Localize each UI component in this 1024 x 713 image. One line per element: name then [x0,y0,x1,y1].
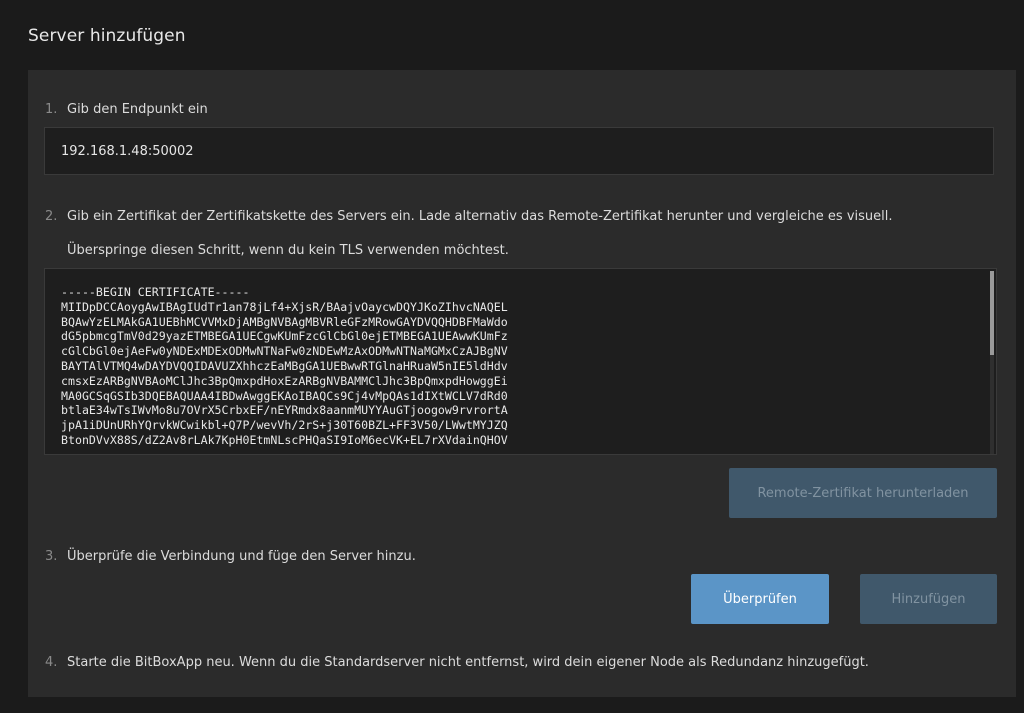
step-number: 1. [45,102,58,117]
check-connection-button[interactable]: Überprüfen [691,574,829,624]
step-label: Starte die BitBoxApp neu. Wenn du die St… [67,655,869,670]
add-server-button[interactable]: Hinzufügen [860,574,997,624]
step-number: 2. [45,209,58,224]
dialog-title: Server hinzufügen [28,26,186,46]
certificate-scrollbar[interactable] [990,271,994,454]
certificate-textarea[interactable]: -----BEGIN CERTIFICATE----- MIIDpDCCAoyg… [44,268,997,455]
step-label: Überprüfe die Verbindung und füge den Se… [67,549,416,564]
add-server-panel: 1. Gib den Endpunkt ein 192.168.1.48:5000… [28,70,1016,697]
tls-note: Überspringe diesen Schritt, wenn du kein… [67,243,509,258]
endpoint-input[interactable]: 192.168.1.48:50002 [44,127,994,175]
step-3: 3. Überprüfe die Verbindung und füge den … [45,549,416,564]
step-1: 1. Gib den Endpunkt ein [45,102,208,117]
step-number: 4. [45,655,58,670]
certificate-text: -----BEGIN CERTIFICATE----- MIIDpDCCAoyg… [61,285,508,447]
step-label: Gib ein Zertifikat der Zertifikatskette … [67,209,893,224]
step-4: 4. Starte die BitBoxApp neu. Wenn du die … [45,655,869,670]
step-label: Gib den Endpunkt ein [67,102,208,117]
step-number: 3. [45,549,58,564]
download-certificate-button[interactable]: Remote-Zertifikat herunterladen [729,468,997,518]
endpoint-value: 192.168.1.48:50002 [61,143,194,159]
scrollbar-thumb[interactable] [990,271,994,355]
step-2: 2. Gib ein Zertifikat der Zertifikatskett… [45,209,893,224]
